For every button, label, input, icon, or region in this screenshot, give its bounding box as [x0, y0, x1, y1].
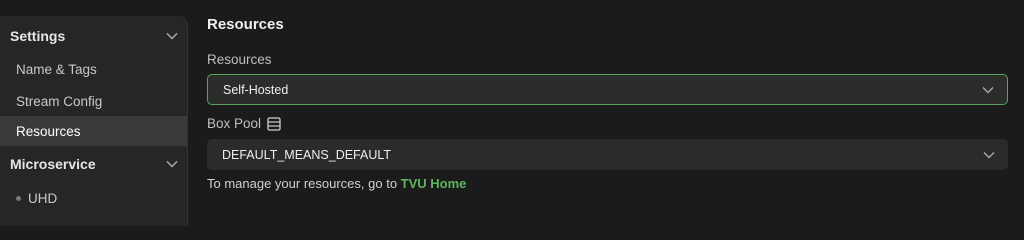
- sidebar-item-label: Stream Config: [16, 93, 103, 109]
- box-pool-label: Box Pool: [207, 116, 262, 131]
- main-panel: Resources Resources Self-Hosted Box Pool…: [207, 0, 1008, 218]
- manage-resources-hint: To manage your resources, go to TVU Home: [207, 176, 466, 191]
- resources-select[interactable]: Self-Hosted: [207, 74, 1008, 105]
- sidebar-item-resources[interactable]: Resources: [0, 116, 187, 146]
- app-root: Settings Name & Tags Stream Config Resou…: [0, 0, 1024, 226]
- tvu-home-link[interactable]: TVU Home: [401, 176, 467, 191]
- sidebar-item-label: Name & Tags: [16, 61, 97, 77]
- sidebar-item-stream-config[interactable]: Stream Config: [0, 86, 187, 116]
- sidebar-section-microservice[interactable]: Microservice: [10, 153, 179, 175]
- sidebar-section-title: Settings: [10, 28, 66, 44]
- box-pool-label-row: Box Pool: [207, 116, 281, 131]
- resources-select-value: Self-Hosted: [223, 82, 289, 97]
- bullet-icon: [16, 195, 21, 201]
- resources-label: Resources: [207, 52, 272, 67]
- hint-text: To manage your resources, go to: [207, 176, 401, 191]
- server-list-icon[interactable]: [267, 116, 281, 131]
- sidebar-item-label: UHD: [28, 190, 58, 206]
- sidebar: Settings Name & Tags Stream Config Resou…: [0, 16, 188, 226]
- page-title: Resources: [207, 16, 284, 33]
- sidebar-item-label: Resources: [16, 123, 81, 139]
- sidebar-section-settings[interactable]: Settings: [10, 25, 179, 47]
- sidebar-item-uhd[interactable]: UHD: [0, 183, 187, 213]
- sidebar-section-title: Microservice: [10, 156, 96, 172]
- chevron-down-icon[interactable]: [165, 29, 179, 43]
- chevron-down-icon[interactable]: [981, 83, 995, 97]
- chevron-down-icon[interactable]: [982, 148, 996, 162]
- sidebar-item-name-tags[interactable]: Name & Tags: [0, 54, 187, 84]
- box-pool-select-value: DEFAULT_MEANS_DEFAULT: [222, 147, 392, 162]
- box-pool-select[interactable]: DEFAULT_MEANS_DEFAULT: [207, 139, 1008, 170]
- chevron-down-icon[interactable]: [165, 157, 179, 171]
